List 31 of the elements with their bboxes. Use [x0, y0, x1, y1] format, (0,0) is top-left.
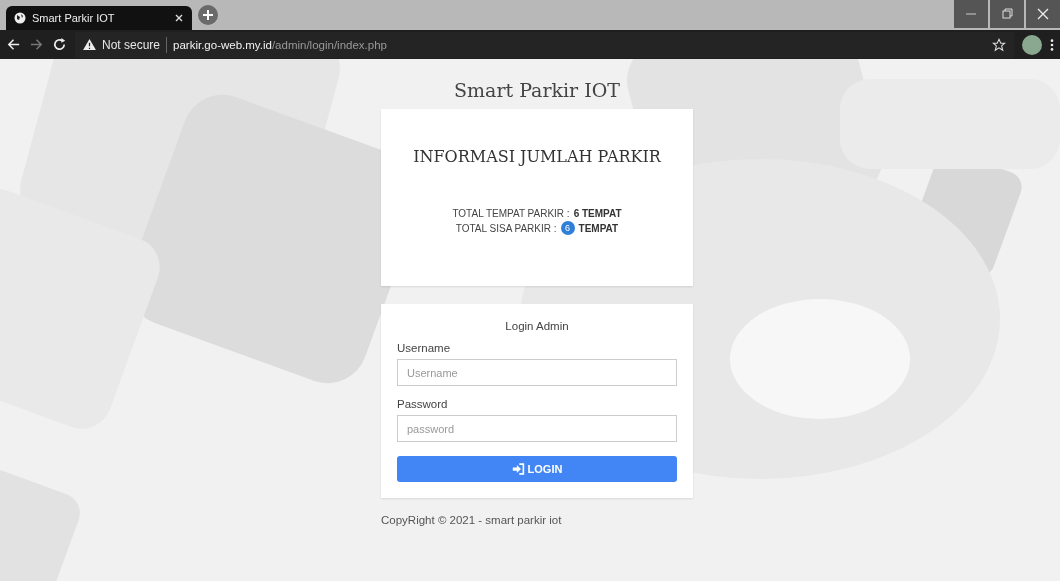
- stat-label: TOTAL SISA PARKIR :: [455, 222, 557, 234]
- copyright-text: CopyRight © 2021 - smart parkir iot: [381, 514, 563, 526]
- tab-title: Smart Parkir IOT: [32, 12, 116, 24]
- stat-value: 6 TEMPAT: [573, 208, 622, 219]
- browser-tab[interactable]: Smart Parkir IOT: [6, 6, 192, 30]
- stat-label: TOTAL TEMPAT PARKIR :: [452, 208, 570, 219]
- security-label[interactable]: Not secure: [102, 37, 161, 52]
- globe-icon: [14, 12, 26, 24]
- site-title: Smart Parkir IOT: [453, 79, 621, 101]
- input-field[interactable]: Username: [397, 359, 677, 386]
- star-icon[interactable]: [992, 37, 1006, 52]
- field-label: Password: [397, 398, 449, 410]
- back-icon[interactable]: [6, 37, 21, 52]
- close-icon[interactable]: [1026, 0, 1060, 28]
- restore-icon[interactable]: [990, 0, 1024, 28]
- url-text[interactable]: parkir.go-web.my.id/admin/login/index.php: [173, 38, 387, 51]
- new-tab-button[interactable]: [198, 5, 218, 25]
- reload-icon[interactable]: [52, 37, 67, 52]
- field-label: Username: [397, 342, 452, 354]
- profile-avatar[interactable]: [1022, 34, 1042, 55]
- forward-icon[interactable]: [29, 37, 44, 52]
- warning-icon: [83, 39, 96, 50]
- login-icon: [511, 463, 525, 475]
- login-button[interactable]: LOGIN: [397, 456, 677, 482]
- login-heading: Login Admin: [504, 320, 570, 332]
- count-badge: 6: [560, 221, 575, 235]
- input-field[interactable]: password: [397, 415, 677, 442]
- close-icon[interactable]: [174, 13, 184, 23]
- menu-icon[interactable]: [1050, 37, 1054, 52]
- info-heading: INFORMASI JUMLAH PARKIR: [413, 147, 661, 166]
- stat-unit: TEMPAT: [578, 222, 619, 234]
